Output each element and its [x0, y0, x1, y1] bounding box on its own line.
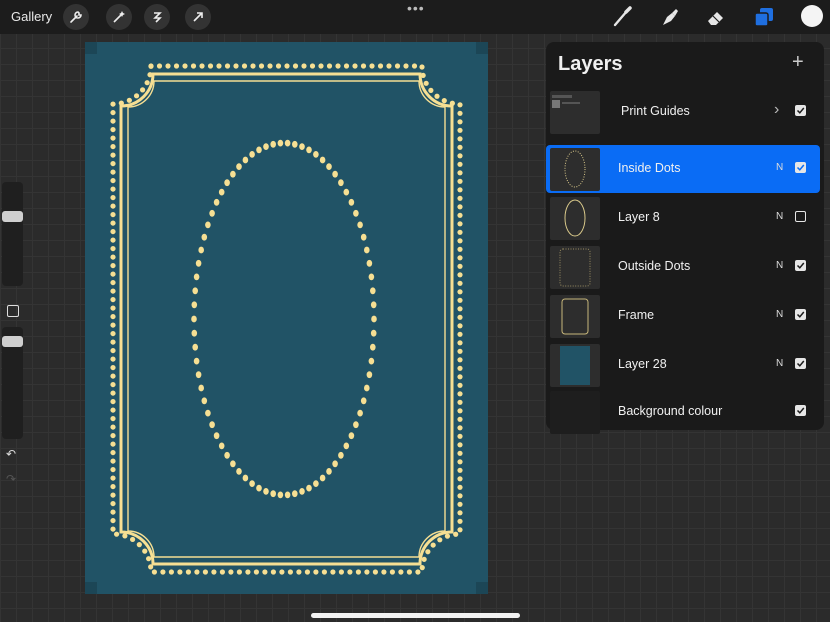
layer-row-outside-dots[interactable]: Outside Dots N — [546, 243, 824, 291]
layer-thumbnail — [550, 148, 600, 191]
color-picker-swatch[interactable] — [801, 5, 823, 27]
layers-panel: Layers + Print Guides › Inside Dots N La… — [546, 42, 824, 434]
add-layer-button[interactable]: + — [792, 51, 804, 74]
home-indicator — [311, 613, 520, 618]
visibility-checkbox[interactable] — [795, 162, 806, 173]
transform-arrow-icon[interactable] — [185, 4, 211, 30]
brush-icon[interactable] — [610, 5, 634, 29]
layer-row-background-colour[interactable]: Background colour — [546, 388, 824, 436]
layer-thumbnail — [550, 344, 600, 387]
drawing-canvas[interactable] — [85, 42, 488, 594]
blend-mode-label[interactable]: N — [776, 211, 783, 222]
layer-row-layer-8[interactable]: Layer 8 N — [546, 194, 824, 242]
modify-button[interactable] — [7, 305, 19, 317]
print-guide-corner — [85, 582, 97, 594]
left-sidebar: ↶ ↷ — [0, 180, 25, 490]
layers-icon[interactable] — [752, 5, 776, 29]
blend-mode-label[interactable]: N — [776, 260, 783, 271]
smudge-icon[interactable] — [657, 5, 681, 29]
layer-name: Layer 8 — [618, 210, 660, 224]
visibility-checkbox[interactable] — [795, 405, 806, 416]
actions-wrench-icon[interactable] — [63, 4, 89, 30]
layer-thumbnail — [550, 197, 600, 240]
more-menu-icon[interactable]: ••• — [407, 0, 425, 16]
layer-thumbnail — [550, 295, 600, 338]
layers-title: Layers — [558, 53, 623, 75]
canvas-artwork — [85, 42, 488, 594]
adjustments-wand-icon[interactable] — [106, 4, 132, 30]
layer-thumbnail — [550, 91, 600, 134]
eraser-icon[interactable] — [704, 5, 728, 29]
opacity-thumb[interactable] — [2, 336, 23, 347]
brush-size-thumb[interactable] — [2, 211, 23, 222]
gallery-button[interactable]: Gallery — [11, 9, 52, 24]
print-guide-corner — [476, 582, 488, 594]
undo-icon[interactable]: ↶ — [6, 447, 16, 461]
layer-name: Outside Dots — [618, 259, 691, 273]
layer-name: Background colour — [618, 404, 723, 418]
visibility-checkbox[interactable] — [795, 260, 806, 271]
blend-mode-label[interactable]: N — [776, 309, 783, 320]
layer-name: Frame — [618, 308, 655, 322]
top-toolbar: Gallery ••• — [0, 0, 830, 34]
blend-mode-label[interactable]: N — [776, 162, 783, 173]
print-guide-corner — [85, 42, 97, 54]
visibility-checkbox[interactable] — [795, 105, 806, 116]
visibility-checkbox[interactable] — [795, 211, 806, 222]
layer-row-inside-dots[interactable]: Inside Dots N — [546, 145, 820, 193]
layer-name: Print Guides — [621, 104, 690, 118]
blend-mode-label[interactable]: N — [776, 358, 783, 369]
layer-row-frame[interactable]: Frame N — [546, 292, 824, 340]
layer-row-print-guides[interactable]: Print Guides › — [546, 88, 824, 136]
layer-name: Inside Dots — [618, 161, 681, 175]
layer-thumbnail — [550, 391, 600, 434]
redo-icon[interactable]: ↷ — [6, 472, 16, 486]
print-guide-corner — [476, 42, 488, 54]
layer-row-layer-28[interactable]: Layer 28 N — [546, 341, 824, 389]
visibility-checkbox[interactable] — [795, 309, 806, 320]
layer-thumbnail — [550, 246, 600, 289]
brush-size-slider[interactable] — [2, 182, 23, 286]
visibility-checkbox[interactable] — [795, 358, 806, 369]
layer-name: Layer 28 — [618, 357, 667, 371]
chevron-right-icon[interactable]: › — [774, 101, 779, 119]
selection-icon[interactable] — [144, 4, 170, 30]
